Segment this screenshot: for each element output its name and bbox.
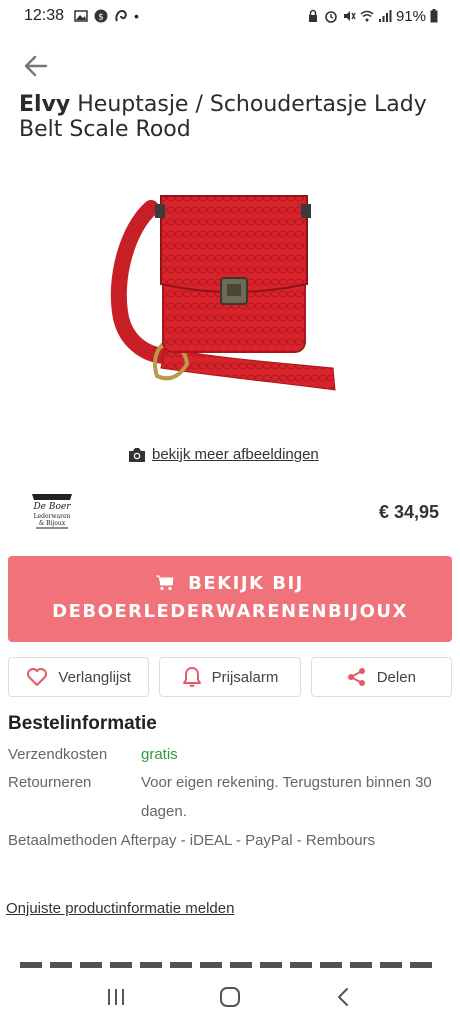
share-label: Delen	[376, 668, 416, 686]
product-title: Elvy Heuptasje / Schoudertasje Lady Belt…	[19, 92, 439, 142]
camera-icon	[129, 447, 145, 462]
wishlist-button[interactable]: Verlanglijst	[8, 657, 150, 697]
cut-off-heading	[20, 962, 440, 968]
notification-app-icon	[115, 9, 127, 22]
price-alert-button[interactable]: Prijsalarm	[159, 657, 301, 697]
mute-icon	[343, 11, 356, 21]
status-bar: 12:38 $ • 91%	[0, 0, 460, 32]
back-icon[interactable]	[333, 986, 355, 1008]
shipping-label: Verzendkosten	[8, 746, 108, 763]
wifi-icon	[360, 10, 374, 22]
more-notifications-dot: •	[134, 8, 139, 24]
cta-line1: BEKIJK BIJ	[188, 573, 304, 594]
returns-row: Retourneren Voor eigen rekening. Terugst…	[8, 768, 452, 826]
signal-icon	[378, 10, 392, 22]
back-arrow-icon[interactable]	[22, 52, 50, 80]
alarm-icon	[325, 11, 337, 23]
svg-text:$: $	[98, 13, 104, 23]
svg-text:De Boer: De Boer	[32, 502, 71, 512]
battery-icon	[430, 9, 438, 23]
price-alert-label: Prijsalarm	[211, 668, 279, 686]
system-nav-bar	[0, 970, 460, 1024]
svg-text:& Bijoux: & Bijoux	[39, 520, 66, 527]
cart-icon	[156, 575, 174, 591]
product-image[interactable]	[103, 168, 359, 424]
more-images-label: bekijk meer afbeeldingen	[152, 446, 319, 463]
recent-apps-icon[interactable]	[105, 986, 127, 1008]
order-info-title: Bestelinformatie	[8, 713, 157, 734]
home-icon[interactable]	[218, 985, 242, 1009]
svg-text:Lederwaren: Lederwaren	[34, 513, 71, 520]
gallery-icon	[74, 10, 88, 22]
product-brand: Elvy	[19, 92, 71, 117]
cta-line2: DEBOERLEDERWARENENBIJOUX	[52, 601, 408, 622]
share-button[interactable]: Delen	[310, 657, 452, 697]
bell-icon	[182, 667, 201, 687]
action-bar: Verlanglijst Prijsalarm Delen	[8, 657, 452, 697]
visit-shop-button[interactable]: BEKIJK BIJ DEBOERLEDERWARENENBIJOUX	[8, 556, 452, 642]
wishlist-label: Verlanglijst	[58, 668, 131, 686]
payment-label: Betaalmethoden Afterpay - iDEAL - PayPal…	[8, 832, 376, 849]
payment-value: Afterpay - iDEAL - PayPal - Rembours	[120, 832, 376, 849]
battery-percent: 91%	[395, 7, 426, 25]
returns-value: Voor eigen rekening. Terugsturen binnen …	[141, 774, 432, 820]
shop-logo[interactable]: De Boer Lederwaren & Bijoux	[26, 490, 78, 532]
status-time: 12:38	[24, 7, 65, 24]
lock-icon	[308, 9, 317, 22]
returns-label: Retourneren	[8, 774, 92, 791]
app-badge-icon: $	[94, 9, 108, 23]
product-price: € 34,95	[378, 502, 439, 522]
share-icon	[347, 668, 365, 686]
shipping-value: gratis	[141, 746, 178, 763]
report-incorrect-info-link[interactable]: Onjuiste productinformatie melden	[6, 900, 234, 917]
payment-row: Betaalmethoden Afterpay - iDEAL - PayPal…	[8, 826, 452, 855]
heart-icon	[27, 668, 48, 686]
product-name: Heuptasje / Schoudertasje Lady Belt Scal…	[19, 92, 427, 142]
shipping-row: Verzendkosten gratis	[8, 740, 452, 769]
more-images-link[interactable]: bekijk meer afbeeldingen	[128, 446, 319, 463]
